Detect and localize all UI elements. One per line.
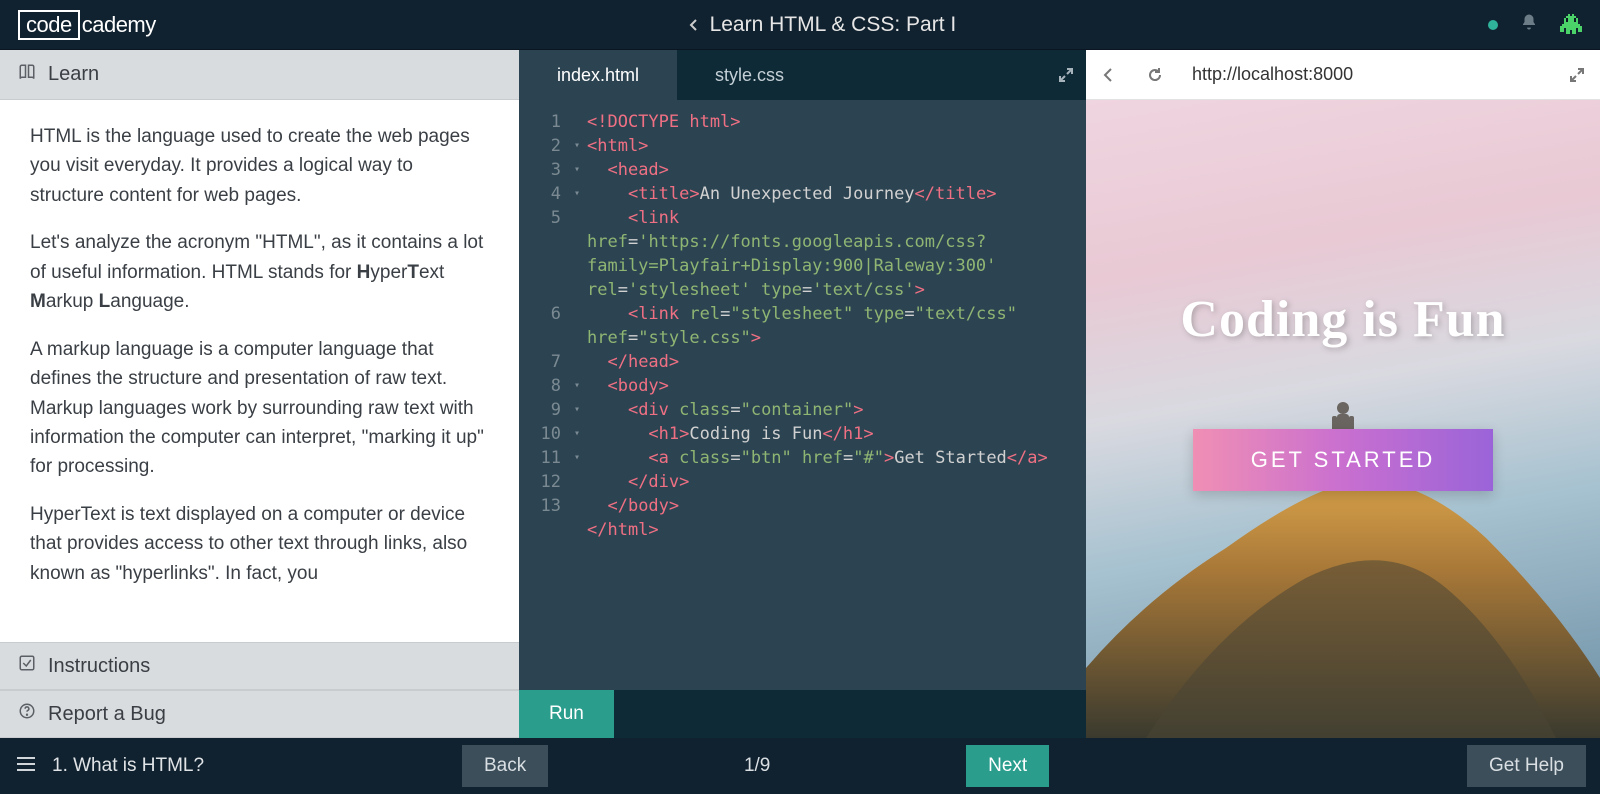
question-icon — [18, 702, 36, 726]
chevron-left-icon — [688, 13, 700, 37]
url-bar[interactable]: http://localhost:8000 — [1178, 50, 1554, 100]
browser-expand-icon[interactable] — [1554, 50, 1600, 100]
browser-reload-icon[interactable] — [1132, 50, 1178, 100]
cliff-image — [1086, 478, 1600, 738]
bell-icon[interactable] — [1520, 13, 1538, 36]
editor-tabs: index.html style.css — [519, 50, 1086, 100]
logo-box: code — [18, 10, 80, 40]
tab-index-html[interactable]: index.html — [519, 50, 677, 100]
report-bug-label: Report a Bug — [48, 703, 166, 726]
hero-heading: Coding is Fun — [1086, 290, 1600, 349]
editor-panel: index.html style.css 12345678910111213 ▾… — [519, 50, 1086, 738]
learn-p4: HyperText is text displayed on a compute… — [30, 500, 489, 588]
learn-p3: A markup language is a computer language… — [30, 335, 489, 482]
learn-content: HTML is the language used to create the … — [0, 100, 519, 642]
line-numbers: 12345678910111213 — [519, 110, 567, 690]
checkbox-icon — [18, 654, 36, 678]
progress-indicator: 1/9 — [558, 755, 956, 777]
get-started-button[interactable]: GET STARTED — [1193, 429, 1494, 491]
learn-p2: Let's analyze the acronym "HTML", as it … — [30, 228, 489, 316]
instructions-header[interactable]: Instructions — [0, 642, 519, 690]
instructions-label: Instructions — [48, 655, 150, 678]
learn-label: Learn — [48, 63, 99, 86]
course-title[interactable]: Learn HTML & CSS: Part I — [688, 13, 957, 37]
top-icons — [1488, 13, 1582, 36]
learn-header[interactable]: Learn — [0, 50, 519, 100]
report-bug-header[interactable]: Report a Bug — [0, 690, 519, 738]
preview-viewport: Coding is Fun GET STARTED — [1086, 100, 1600, 738]
browser-back-icon[interactable] — [1086, 50, 1132, 100]
logo[interactable]: codecademy — [18, 10, 156, 40]
get-help-button[interactable]: Get Help — [1467, 745, 1586, 787]
code-editor[interactable]: 12345678910111213 ▾▾▾▾▾▾▾ <!DOCTYPE html… — [519, 100, 1086, 690]
expand-icon[interactable] — [1046, 67, 1086, 83]
preview-panel: http://localhost:8000 Coding is Fun GET — [1086, 50, 1600, 738]
next-button[interactable]: Next — [966, 745, 1049, 787]
run-button[interactable]: Run — [519, 690, 614, 738]
hero-content: Coding is Fun GET STARTED — [1086, 290, 1600, 491]
avatar-icon[interactable] — [1560, 14, 1582, 36]
course-title-text: Learn HTML & CSS: Part I — [710, 13, 957, 37]
status-dot-icon[interactable] — [1488, 20, 1498, 30]
back-button[interactable]: Back — [462, 745, 548, 787]
code-content[interactable]: <!DOCTYPE html><html> <head> <title>An U… — [587, 110, 1086, 690]
learn-p1: HTML is the language used to create the … — [30, 122, 489, 210]
run-bar: Run — [519, 690, 1086, 738]
book-icon — [18, 63, 36, 87]
logo-rest: cademy — [82, 12, 156, 38]
bottom-bar: 1. What is HTML? Back 1/9 Next Get Help — [0, 738, 1600, 794]
top-bar: codecademy Learn HTML & CSS: Part I — [0, 0, 1600, 50]
tab-style-css[interactable]: style.css — [677, 50, 822, 100]
menu-icon[interactable] — [14, 752, 42, 781]
fold-gutter: ▾▾▾▾▾▾▾ — [567, 110, 587, 690]
browser-bar: http://localhost:8000 — [1086, 50, 1600, 100]
left-panel: Learn HTML is the language used to creat… — [0, 50, 519, 738]
lesson-title: 1. What is HTML? — [52, 755, 452, 777]
